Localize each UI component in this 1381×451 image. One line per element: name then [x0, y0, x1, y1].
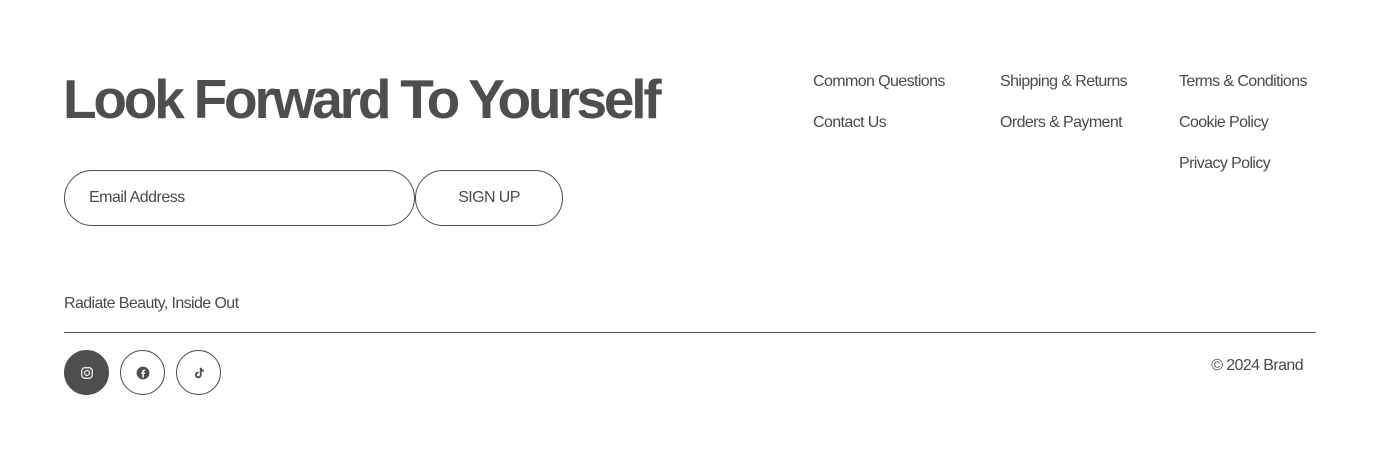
footer-divider [64, 332, 1316, 333]
link-shipping-returns[interactable]: Shipping & Returns [1000, 72, 1128, 92]
facebook-button[interactable] [120, 350, 165, 395]
site-footer: Look Forward To Yourself SIGN UP Common … [0, 0, 1381, 451]
instagram-button[interactable] [64, 350, 109, 395]
link-terms-conditions[interactable]: Terms & Conditions [1179, 72, 1308, 92]
tiktok-button[interactable] [176, 350, 221, 395]
sign-up-button[interactable]: SIGN UP [415, 170, 563, 226]
instagram-icon [80, 366, 94, 380]
link-privacy-policy[interactable]: Privacy Policy [1179, 154, 1271, 174]
link-common-questions[interactable]: Common Questions [813, 72, 945, 92]
facebook-icon [136, 366, 150, 380]
email-address-input[interactable] [64, 170, 415, 226]
social-links [64, 350, 221, 395]
tiktok-icon [192, 366, 206, 380]
newsletter-signup-form: SIGN UP [64, 170, 563, 226]
footer-headline: Look Forward To Yourself [63, 68, 662, 130]
link-cookie-policy[interactable]: Cookie Policy [1179, 113, 1269, 133]
copyright-text: © 2024 Brand [1211, 357, 1303, 374]
link-orders-payment[interactable]: Orders & Payment [1000, 113, 1123, 133]
link-contact-us[interactable]: Contact Us [813, 113, 887, 133]
footer-tagline: Radiate Beauty, Inside Out [64, 295, 239, 312]
